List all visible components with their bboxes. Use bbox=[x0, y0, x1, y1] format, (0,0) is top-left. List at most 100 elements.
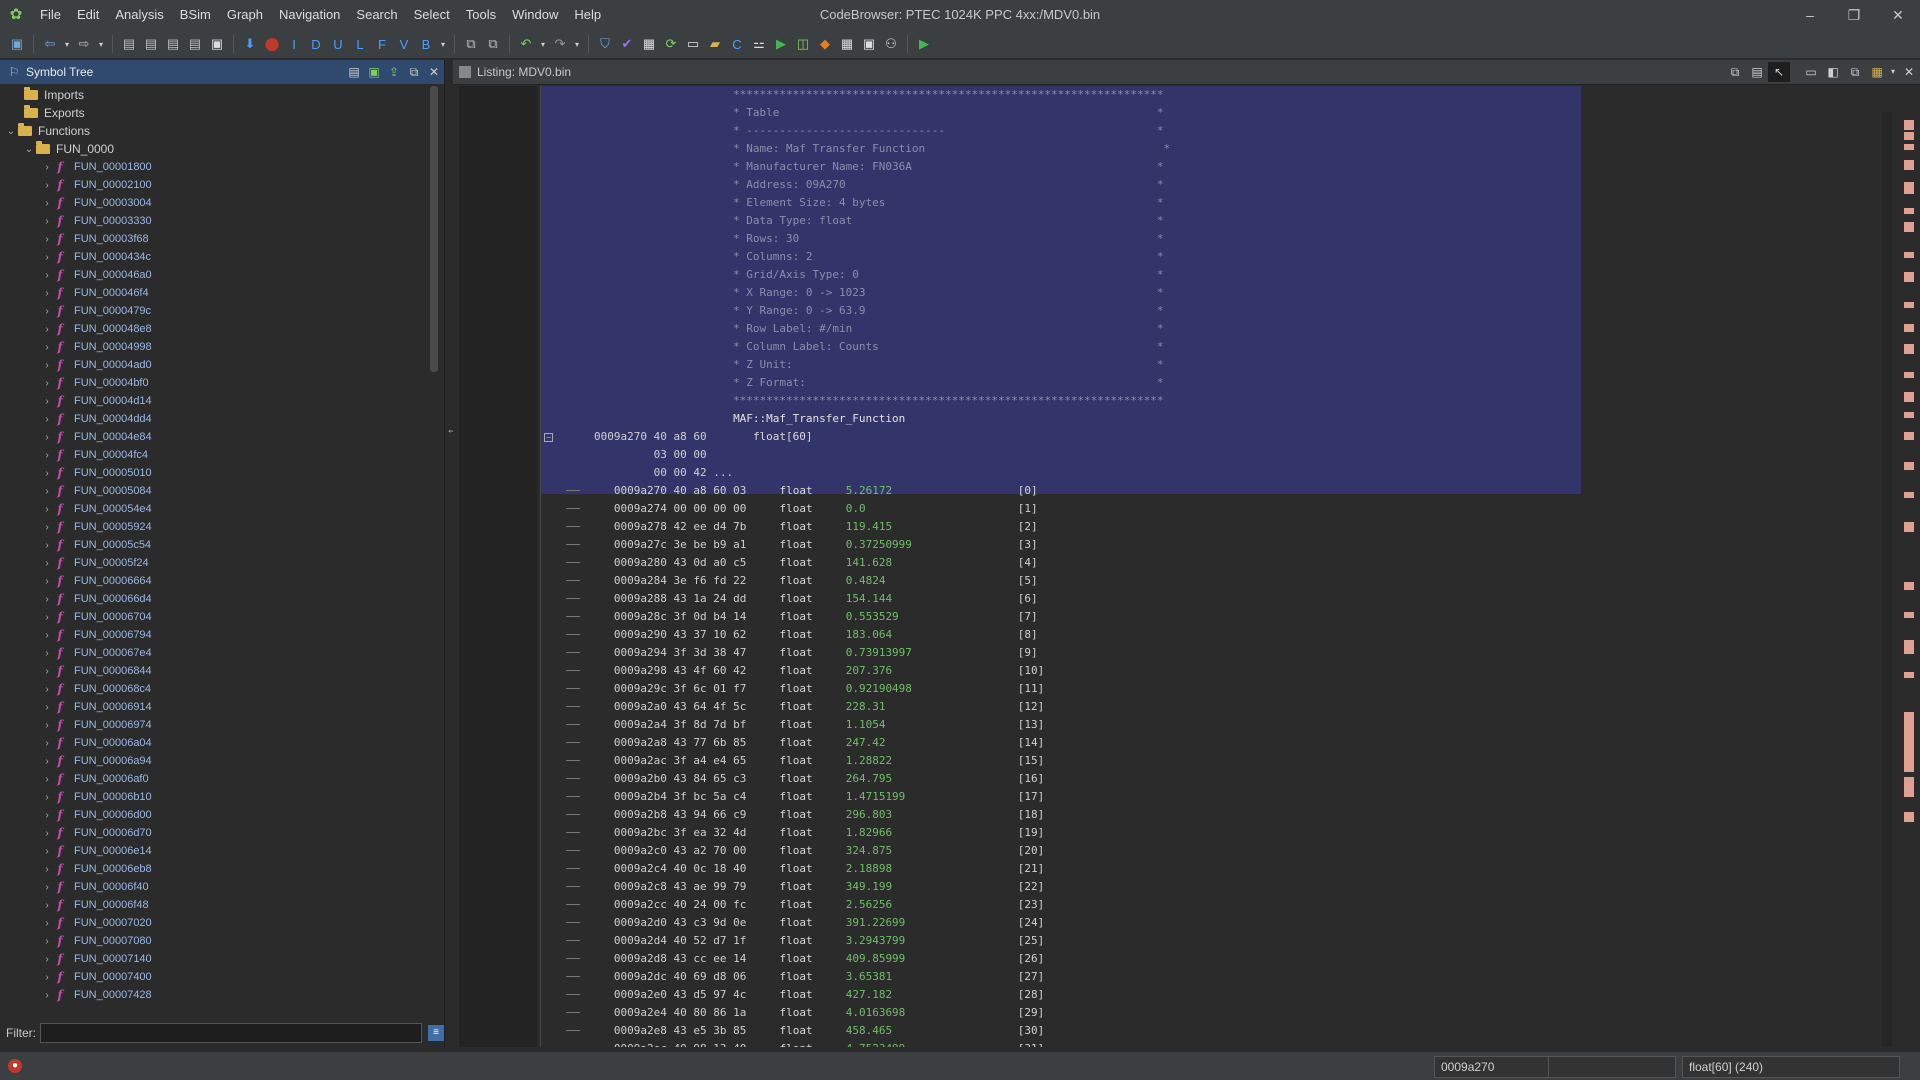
overview-marker[interactable] bbox=[1904, 777, 1914, 797]
tree-node-function[interactable]: › f FUN_00005084 bbox=[0, 482, 430, 500]
tree-node-function[interactable]: › f FUN_000048e8 bbox=[0, 320, 430, 338]
plate-comment-line[interactable]: * Y Range: 0 -> 63.9 * bbox=[541, 302, 1843, 320]
create-class-icon[interactable]: ▣ bbox=[364, 62, 384, 82]
tree-node-function[interactable]: › f FUN_00006eb8 bbox=[0, 860, 430, 878]
tree-node-function[interactable]: › f FUN_00005c54 bbox=[0, 536, 430, 554]
tree-node-function[interactable]: › f FUN_000046f4 bbox=[0, 284, 430, 302]
folder-icon[interactable]: ▰ bbox=[706, 35, 724, 53]
chevron-right-icon[interactable]: › bbox=[40, 288, 54, 299]
copy-icon[interactable]: ⧉ bbox=[1724, 62, 1746, 82]
chevron-down-icon[interactable]: ▾ bbox=[63, 35, 71, 53]
play-icon[interactable]: ▶ bbox=[915, 35, 933, 53]
debug-icon[interactable]: ◫ bbox=[794, 35, 812, 53]
data-row[interactable]: 0009a2b0 43 84 65 c3 float 264.795 [16] bbox=[541, 770, 1843, 788]
overview-marker[interactable] bbox=[1904, 392, 1914, 402]
data-row[interactable]: 0009a288 43 1a 24 dd float 154.144 [6] bbox=[541, 590, 1843, 608]
nav-doc-4-icon[interactable]: ▤ bbox=[186, 35, 204, 53]
tree-node-function[interactable]: › f FUN_00005924 bbox=[0, 518, 430, 536]
chevron-right-icon[interactable]: › bbox=[40, 234, 54, 245]
undo-icon[interactable]: ↶ bbox=[517, 35, 535, 53]
table-icon[interactable]: ▦ bbox=[838, 35, 856, 53]
close-panel-icon[interactable]: ✕ bbox=[424, 62, 444, 82]
chevron-right-icon[interactable]: › bbox=[40, 252, 54, 263]
tree-node-function[interactable]: › f FUN_00006914 bbox=[0, 698, 430, 716]
overview-marker[interactable] bbox=[1904, 222, 1914, 232]
data-row[interactable]: 0009a298 43 4f 60 42 float 207.376 [10] bbox=[541, 662, 1843, 680]
tree-node-function[interactable]: › f FUN_0000434c bbox=[0, 248, 430, 266]
tree-node-function[interactable]: › f FUN_00001800 bbox=[0, 158, 430, 176]
tree-node-function[interactable]: › f FUN_00002100 bbox=[0, 176, 430, 194]
data-row[interactable]: 0009a284 3e f6 fd 22 float 0.4824 [5] bbox=[541, 572, 1843, 590]
tree-node-function[interactable]: › f FUN_00006794 bbox=[0, 626, 430, 644]
plate-comment-line[interactable]: * Z Unit: * bbox=[541, 356, 1843, 374]
overview-marker[interactable] bbox=[1904, 672, 1914, 678]
plate-comment-line[interactable]: * Column Label: Counts * bbox=[541, 338, 1843, 356]
plate-comment-line[interactable]: * Name: Maf Transfer Function * bbox=[541, 140, 1843, 158]
overview-marker[interactable] bbox=[1904, 182, 1914, 194]
overview-marker[interactable] bbox=[1904, 132, 1914, 140]
data-row[interactable]: 0009a294 3f 3d 38 47 float 0.73913997 [9] bbox=[541, 644, 1843, 662]
overview-marker[interactable] bbox=[1904, 462, 1914, 470]
plate-comment-line[interactable]: * Address: 09A270 * bbox=[541, 176, 1843, 194]
tree-node-function[interactable]: › f FUN_00005f24 bbox=[0, 554, 430, 572]
chevron-right-icon[interactable]: › bbox=[40, 360, 54, 371]
overview-marker[interactable] bbox=[1904, 522, 1914, 532]
chevron-right-icon[interactable]: › bbox=[40, 936, 54, 947]
chevron-right-icon[interactable]: › bbox=[40, 882, 54, 893]
instruction-i-icon[interactable]: I bbox=[285, 35, 303, 53]
tree-node-function[interactable]: › f FUN_000068c4 bbox=[0, 680, 430, 698]
plate-comment-line[interactable]: * Data Type: float * bbox=[541, 212, 1843, 230]
data-row[interactable]: 0009a2c0 43 a2 70 00 float 324.875 [20] bbox=[541, 842, 1843, 860]
chevron-right-icon[interactable]: › bbox=[40, 432, 54, 443]
overview-marker[interactable] bbox=[1904, 324, 1914, 332]
data-row[interactable]: 0009a2bc 3f ea 32 4d float 1.82966 [19] bbox=[541, 824, 1843, 842]
tree-scrollbar[interactable] bbox=[430, 86, 438, 1004]
paste-icon[interactable]: ▤ bbox=[1746, 62, 1768, 82]
overview-marker[interactable] bbox=[1904, 272, 1914, 282]
data-row[interactable]: 0009a2cc 40 24 00 fc float 2.56256 [23] bbox=[541, 896, 1843, 914]
data-row[interactable]: 0009a2b8 43 94 66 c9 float 296.803 [18] bbox=[541, 806, 1843, 824]
function-f-icon[interactable]: F bbox=[373, 35, 391, 53]
chevron-down-icon[interactable]: ▾ bbox=[439, 35, 447, 53]
graph-icon[interactable]: ⚍ bbox=[750, 35, 768, 53]
data-row[interactable]: 0009a270 40 a8 60 03 float 5.26172 [0] bbox=[541, 482, 1843, 500]
nav-doc-1-icon[interactable]: ▤ bbox=[120, 35, 138, 53]
data-row[interactable]: 0009a2a4 3f 8d 7d bf float 1.1054 [13] bbox=[541, 716, 1843, 734]
chevron-right-icon[interactable]: › bbox=[40, 666, 54, 677]
tree-icon[interactable]: ⚇ bbox=[882, 35, 900, 53]
chevron-right-icon[interactable]: › bbox=[40, 648, 54, 659]
data-row[interactable]: 0009a2e4 40 80 86 1a float 4.0163698 [29] bbox=[541, 1004, 1843, 1022]
listing-area[interactable]: ****************************************… bbox=[541, 86, 1843, 1047]
collapse-icon[interactable]: − bbox=[544, 433, 553, 442]
bytes-icon[interactable]: ▦ bbox=[640, 35, 658, 53]
redo-icon[interactable]: ↷ bbox=[551, 35, 569, 53]
tree-node-function[interactable]: › f FUN_00004998 bbox=[0, 338, 430, 356]
nav-doc-5-icon[interactable]: ▣ bbox=[208, 35, 226, 53]
chevron-right-icon[interactable]: › bbox=[40, 774, 54, 785]
tree-node-exports[interactable]: Exports bbox=[0, 104, 430, 122]
chevron-right-icon[interactable]: › bbox=[40, 378, 54, 389]
chevron-down-icon[interactable]: ▾ bbox=[539, 35, 547, 53]
chevron-right-icon[interactable]: › bbox=[40, 306, 54, 317]
chevron-down-icon[interactable]: ▾ bbox=[573, 35, 581, 53]
tree-node-function[interactable]: › f FUN_00004bf0 bbox=[0, 374, 430, 392]
menu-analysis[interactable]: Analysis bbox=[107, 0, 171, 30]
chevron-right-icon[interactable]: › bbox=[40, 864, 54, 875]
tree-node-function[interactable]: › f FUN_00004fc4 bbox=[0, 446, 430, 464]
tree-node-imports[interactable]: Imports bbox=[0, 86, 430, 104]
plate-comment-line[interactable]: ****************************************… bbox=[541, 392, 1843, 410]
overview-marker[interactable] bbox=[1904, 160, 1914, 170]
tree-node-fun-folder[interactable]: ⌄ FUN_0000 bbox=[0, 140, 430, 158]
tree-node-function[interactable]: › f FUN_0000479c bbox=[0, 302, 430, 320]
chevron-right-icon[interactable]: › bbox=[40, 540, 54, 551]
nav-doc-3-icon[interactable]: ▤ bbox=[164, 35, 182, 53]
overview-marker[interactable] bbox=[1904, 208, 1914, 214]
tree-node-function[interactable]: › f FUN_000066d4 bbox=[0, 590, 430, 608]
tree-node-function[interactable]: › f FUN_00004d14 bbox=[0, 392, 430, 410]
chevron-right-icon[interactable]: › bbox=[40, 504, 54, 515]
data-row[interactable]: 0009a2d4 40 52 d7 1f float 3.2943799 [25] bbox=[541, 932, 1843, 950]
menu-navigation[interactable]: Navigation bbox=[271, 0, 348, 30]
nav-doc-2-icon[interactable]: ▤ bbox=[142, 35, 160, 53]
tree-node-function[interactable]: › f FUN_000046a0 bbox=[0, 266, 430, 284]
data-row[interactable]: 0009a274 00 00 00 00 float 0.0 [1] bbox=[541, 500, 1843, 518]
